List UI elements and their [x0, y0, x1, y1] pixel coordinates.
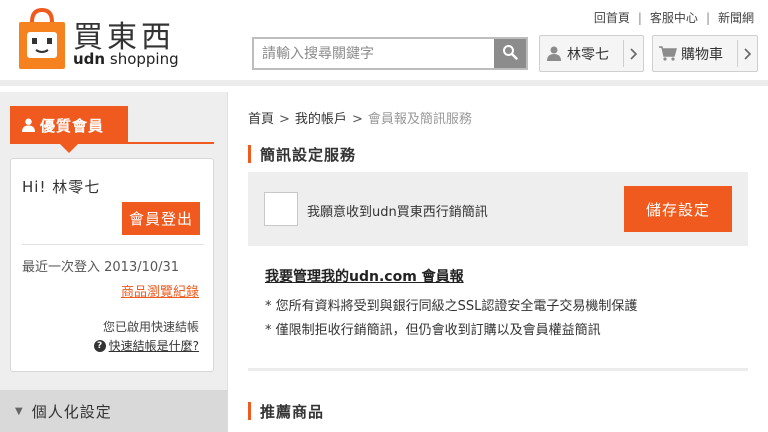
site-header: 買東西 udn shopping 回首頁|客服中心|新聞網 林零七 購物車	[0, 0, 768, 86]
manage-newsletter-link[interactable]: 我要管理我的udn.com 會員報	[265, 266, 464, 286]
divider: |	[705, 11, 710, 25]
breadcrumb-home[interactable]: 首頁	[248, 112, 274, 127]
member-info-box: Hi! 林零七 會員登出 最近一次登入 2013/10/31 商品瀏覽紀錄 您已…	[10, 158, 214, 372]
sms-opt-in-label[interactable]: 我願意收到udn買東西行銷簡訊	[307, 201, 488, 220]
sms-settings-box: 我願意收到udn買東西行銷簡訊 儲存設定	[248, 172, 748, 246]
main-content: 首頁 > 我的帳戶 > 會員報及簡訊服務 簡訊設定服務 我願意收到udn買東西行銷簡訊 …	[229, 92, 768, 432]
search-input[interactable]	[254, 39, 496, 68]
sms-restriction-note: * 僅限制拒收行銷簡訊，但仍會收到訂購以及會員權益簡訊	[265, 323, 601, 338]
top-link-news[interactable]: 新聞網	[718, 11, 754, 25]
sms-opt-in-checkbox[interactable]	[264, 192, 298, 226]
personal-settings-menu[interactable]: ▼ 個人化設定	[0, 390, 228, 432]
cart-label: 購物車	[681, 46, 723, 63]
quick-checkout-help-link[interactable]: ? 快速結帳是什麼?	[93, 337, 199, 354]
search-box	[252, 37, 528, 70]
security-note: * 您所有資料將受到與銀行同級之SSL認證安全電子交易機制保護	[265, 299, 638, 314]
breadcrumb-separator: >	[351, 112, 363, 127]
divider	[22, 244, 204, 245]
divider: |	[637, 11, 642, 25]
section-title-recommend: 推薦商品	[248, 401, 324, 422]
cart-button[interactable]: 購物車	[652, 35, 758, 72]
browse-history-link[interactable]: 商品瀏覽紀錄	[121, 281, 199, 300]
last-login-text: 最近一次登入 2013/10/31	[22, 260, 180, 275]
chevron-right-icon	[737, 40, 757, 67]
section-title-sms: 簡訊設定服務	[248, 144, 356, 165]
vip-member-tab[interactable]: 優質會員	[10, 106, 128, 153]
question-icon: ?	[93, 339, 106, 352]
cart-icon	[659, 46, 677, 61]
user-icon	[22, 118, 35, 132]
logo-text-en-bold: udn	[73, 50, 106, 68]
search-icon	[502, 44, 518, 64]
search-button[interactable]	[494, 39, 526, 68]
divider	[248, 368, 748, 371]
divider	[10, 142, 214, 144]
save-settings-button[interactable]: 儲存設定	[624, 186, 732, 232]
logo-text-en[interactable]: udn shopping	[73, 50, 179, 68]
logout-button[interactable]: 會員登出	[122, 202, 200, 235]
user-icon	[547, 46, 561, 61]
sidebar: 優質會員 Hi! 林零七 會員登出 最近一次登入 2013/10/31 商品瀏覽…	[0, 92, 228, 432]
top-link-home[interactable]: 回首頁	[594, 11, 630, 25]
personal-settings-label: 個人化設定	[31, 402, 112, 421]
logo-text-en-rest: shopping	[105, 50, 179, 68]
tab-pointer	[60, 144, 78, 153]
quick-checkout-help-label: 快速結帳是什麼?	[108, 339, 199, 353]
greeting-text: Hi! 林零七	[22, 178, 101, 196]
top-links: 回首頁 | 客服中心 | 新聞網	[594, 9, 754, 26]
shopping-bag-logo-icon[interactable]	[18, 7, 66, 70]
chevron-right-icon	[623, 40, 643, 67]
member-button[interactable]: 林零七	[539, 35, 644, 72]
quick-checkout-status: 您已啟用快速結帳	[102, 320, 199, 334]
triangle-down-icon: ▼	[15, 405, 24, 417]
breadcrumb-separator: >	[279, 112, 290, 127]
top-link-service[interactable]: 客服中心	[650, 11, 698, 25]
member-name: 林零七	[567, 46, 609, 63]
vip-tab-label: 優質會員	[40, 116, 105, 135]
breadcrumb: 首頁 > 我的帳戶 > 會員報及簡訊服務	[248, 108, 472, 127]
breadcrumb-current: 會員報及簡訊服務	[367, 112, 472, 127]
breadcrumb-account[interactable]: 我的帳戶	[295, 112, 347, 127]
